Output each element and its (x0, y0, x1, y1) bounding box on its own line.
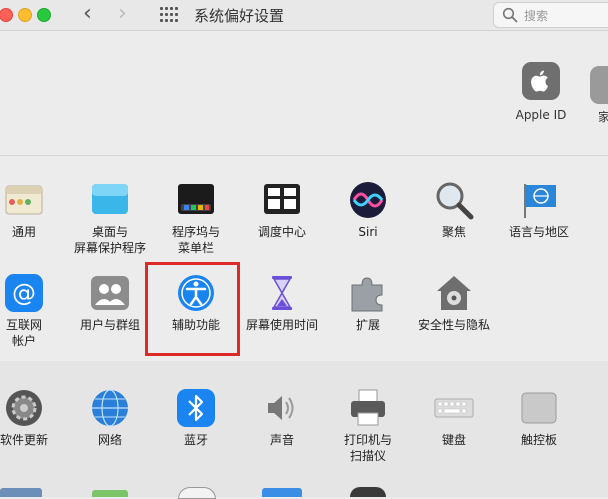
pref-label: 蓝牙 (183, 433, 208, 447)
pref-label: 安全性与隐私 (417, 318, 490, 332)
house-lock-icon (434, 273, 474, 313)
siri-icon (348, 180, 388, 220)
users-icon (90, 273, 130, 313)
pref-trackpad[interactable]: 触控板 (495, 388, 583, 448)
pref-label: 网络 (97, 433, 122, 447)
search-placeholder: 搜索 (524, 9, 549, 23)
pref-label: 屏幕使用时间 (245, 318, 318, 332)
show-all-grid-icon[interactable] (160, 7, 178, 23)
pref-label: Siri (358, 225, 378, 239)
family-icon (590, 66, 608, 104)
title-bar: ‹ › 系统偏好设置 搜索 (0, 0, 608, 31)
general-icon (4, 180, 44, 220)
puzzle-icon (348, 273, 388, 313)
pref-printers-scanners[interactable]: 打印机与 扫描仪 (324, 388, 412, 464)
search-field[interactable]: 搜索 (493, 2, 608, 28)
pref-label: 用户与群组 (79, 318, 140, 332)
chevron-left-icon: ‹ (83, 1, 92, 26)
mission-control-icon (262, 180, 302, 220)
close-button[interactable] (0, 8, 13, 22)
accessibility-highlight-box (145, 262, 240, 356)
bluetooth-icon (176, 388, 216, 428)
pref-mission-control[interactable]: 调度中心 (238, 180, 326, 240)
apple-logo-icon (522, 62, 560, 100)
pref-security-privacy[interactable]: 安全性与隐私 (410, 273, 498, 333)
globe-icon (90, 388, 130, 428)
chevron-right-icon: › (118, 1, 127, 26)
gear-icon (4, 388, 44, 428)
pref-label: 聚焦 (441, 225, 466, 239)
pref-label: 触控板 (520, 433, 557, 447)
pref-users-groups[interactable]: 用户与群组 (66, 273, 154, 333)
hourglass-icon (262, 273, 302, 313)
speaker-icon (262, 388, 302, 428)
minimize-button[interactable] (18, 8, 32, 22)
back-button[interactable]: ‹ (83, 3, 92, 25)
pref-bluetooth[interactable]: 蓝牙 (152, 388, 240, 448)
pref-language-region[interactable]: 语言与地区 (495, 180, 583, 240)
displays-icon[interactable] (0, 488, 42, 497)
apple-id-pane[interactable]: Apple ID (511, 62, 571, 122)
sharing-folder-icon[interactable] (262, 488, 302, 497)
keyboard-icon (434, 388, 474, 428)
pref-software-update[interactable]: 软件更新 (0, 388, 68, 448)
pref-general[interactable]: 通用 (0, 180, 68, 240)
pref-label: 键盘 (441, 433, 466, 447)
zoom-button[interactable] (37, 8, 51, 22)
pref-network[interactable]: 网络 (66, 388, 154, 448)
forward-button[interactable]: › (118, 3, 127, 25)
divider (0, 155, 608, 156)
family-label: 家 (598, 110, 608, 124)
apple-id-label: Apple ID (515, 108, 567, 122)
pref-desktop-screensaver[interactable]: 桌面与 屏幕保护程序 (66, 180, 154, 256)
at-sign-icon: @ (4, 273, 44, 313)
pref-label: 打印机与 扫描仪 (343, 433, 392, 463)
pref-extensions[interactable]: 扩展 (324, 273, 412, 333)
pref-label: 声音 (269, 433, 294, 447)
pref-label: 桌面与 屏幕保护程序 (73, 225, 146, 255)
pref-label: 通用 (11, 225, 36, 239)
time-machine-icon[interactable] (350, 487, 386, 497)
pref-siri[interactable]: Siri (324, 180, 412, 240)
pref-label: 调度中心 (257, 225, 306, 239)
pref-label: 语言与地区 (508, 225, 569, 239)
pref-sound[interactable]: 声音 (238, 388, 326, 448)
window-title: 系统偏好设置 (194, 7, 285, 25)
search-icon (502, 7, 518, 23)
language-flag-icon (519, 180, 559, 220)
pref-screen-time[interactable]: 屏幕使用时间 (238, 273, 326, 333)
pref-label: 互联网 帐户 (5, 318, 42, 348)
pref-spotlight[interactable]: 聚焦 (410, 180, 498, 240)
pref-keyboard[interactable]: 键盘 (410, 388, 498, 448)
pref-label: 程序坞与 菜单栏 (171, 225, 220, 255)
pref-internet-accounts[interactable]: @ 互联网 帐户 (0, 273, 68, 349)
pref-dock-menubar[interactable]: 程序坞与 菜单栏 (152, 180, 240, 256)
printer-icon (348, 388, 388, 428)
trackpad-icon (519, 388, 559, 428)
desktop-icon (90, 180, 130, 220)
date-time-clock-icon[interactable] (178, 487, 216, 499)
pref-label: 扩展 (355, 318, 380, 332)
pref-label: 软件更新 (0, 433, 48, 447)
family-sharing-pane[interactable]: 家 (590, 66, 608, 124)
energy-saver-icon[interactable] (92, 490, 128, 497)
dock-icon (176, 180, 216, 220)
spotlight-magnifier-icon (434, 180, 474, 220)
svg-text:@: @ (12, 279, 36, 307)
